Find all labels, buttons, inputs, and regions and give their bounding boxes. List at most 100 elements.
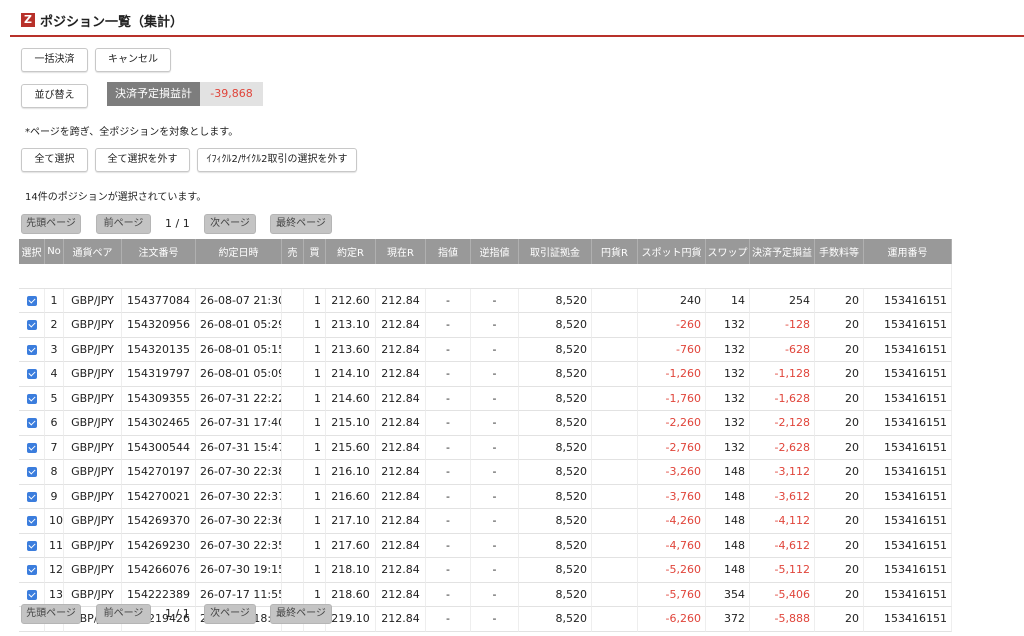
row-checkbox[interactable] xyxy=(19,509,45,534)
next-page-button[interactable]: 次ページ xyxy=(204,604,256,624)
first-page-button[interactable]: 先頭ページ xyxy=(21,214,81,234)
cell-pair: GBP/JPY xyxy=(64,558,122,583)
column-header[interactable]: 決済予定損益 xyxy=(750,239,815,264)
row-checkbox[interactable] xyxy=(19,313,45,338)
row-checkbox[interactable] xyxy=(19,484,45,509)
cell-limit: - xyxy=(426,460,471,485)
table-row[interactable]: 8 GBP/JPY 154270197 26-07-30 22:38 1 216.10 21… xyxy=(19,460,952,485)
next-page-button[interactable]: 次ページ xyxy=(204,214,256,234)
sort-button[interactable]: 並び替え xyxy=(21,84,88,108)
table-row[interactable]: 7 GBP/JPY 154300544 26-07-31 15:47 1 215.60 21… xyxy=(19,435,952,460)
cell-current: 212.84 xyxy=(376,533,426,558)
checkbox-checked-icon[interactable] xyxy=(26,589,37,600)
cancel-button[interactable]: キャンセル xyxy=(95,48,171,72)
column-header[interactable]: 買 xyxy=(304,239,326,264)
cell-fee: 20 xyxy=(815,337,864,362)
table-row[interactable]: 13 GBP/JPY 154222389 26-07-17 11:55 1 218.60 2… xyxy=(19,582,952,607)
table-row[interactable]: 14GBP/JPY15421942626-07-16 18:261219.102… xyxy=(19,607,952,632)
cell-spot: -4,260 xyxy=(638,509,706,534)
column-header[interactable]: 選択 xyxy=(19,239,45,264)
cell-order: 154319797 xyxy=(122,362,196,387)
cell-op: 153416151 xyxy=(864,288,952,313)
last-page-button[interactable]: 最終ページ xyxy=(270,604,332,624)
prev-page-button[interactable]: 前ページ xyxy=(96,214,151,234)
row-checkbox[interactable] xyxy=(19,411,45,436)
cell-buy: 1 xyxy=(304,435,326,460)
cell-margin: 8,520 xyxy=(519,558,592,583)
row-checkbox[interactable] xyxy=(19,558,45,583)
cell-datetime: 26-07-30 22:37 xyxy=(196,484,282,509)
column-header[interactable]: 約定日時 xyxy=(196,239,282,264)
table-row[interactable]: 12 GBP/JPY 154266076 26-07-30 19:15 1 218.10 2… xyxy=(19,558,952,583)
deselect-cycle-button[interactable]: ｲﾌｨｸﾙ2/ｻｲｸﾙ2取引の選択を外す xyxy=(197,148,357,172)
column-header[interactable]: スポット円貨 xyxy=(638,239,706,264)
row-checkbox[interactable] xyxy=(19,337,45,362)
table-row[interactable]: 6 GBP/JPY 154302465 26-07-31 17:40 1 215.10 21… xyxy=(19,411,952,436)
cell-stop: - xyxy=(471,411,519,436)
checkbox-checked-icon[interactable] xyxy=(26,369,37,380)
checkbox-checked-icon[interactable] xyxy=(26,491,37,502)
cell-buy: 1 xyxy=(304,484,326,509)
row-checkbox[interactable] xyxy=(19,386,45,411)
table-row[interactable]: 3 GBP/JPY 154320135 26-08-01 05:15 1 213.60 21… xyxy=(19,337,952,362)
cell-stop: - xyxy=(471,435,519,460)
column-header[interactable]: 円貨R xyxy=(592,239,638,264)
checkbox-checked-icon[interactable] xyxy=(26,295,37,306)
checkbox-checked-icon[interactable] xyxy=(26,320,37,331)
table-row[interactable]: 5 GBP/JPY 154309355 26-07-31 22:22 1 214.60 21… xyxy=(19,386,952,411)
column-header[interactable]: スワップ xyxy=(706,239,750,264)
cell-fee: 20 xyxy=(815,484,864,509)
cell-current: 212.84 xyxy=(376,362,426,387)
checkbox-checked-icon[interactable] xyxy=(26,418,37,429)
column-header[interactable]: 売 xyxy=(282,239,304,264)
column-header[interactable]: 現在R xyxy=(376,239,426,264)
last-page-button[interactable]: 最終ページ xyxy=(270,214,332,234)
row-checkbox[interactable] xyxy=(19,460,45,485)
row-checkbox[interactable] xyxy=(19,435,45,460)
cell-pair: GBP/JPY xyxy=(64,460,122,485)
deselect-all-button[interactable]: 全て選択を外す xyxy=(95,148,190,172)
cell-swap: 372 xyxy=(706,607,750,632)
table-row[interactable]: 9 GBP/JPY 154270021 26-07-30 22:37 1 216.60 21… xyxy=(19,484,952,509)
column-header[interactable]: 約定R xyxy=(326,239,376,264)
checkbox-checked-icon[interactable] xyxy=(26,344,37,355)
cell-fee: 20 xyxy=(815,558,864,583)
first-page-button[interactable]: 先頭ページ xyxy=(21,604,81,624)
cell-yen-rate xyxy=(592,558,638,583)
cell-spot: -2,760 xyxy=(638,435,706,460)
column-header[interactable]: 注文番号 xyxy=(122,239,196,264)
checkbox-checked-icon[interactable] xyxy=(26,393,37,404)
cell-current: 212.84 xyxy=(376,607,426,632)
cell-sell xyxy=(282,460,304,485)
table-row[interactable]: 4 GBP/JPY 154319797 26-08-01 05:09 1 214.10 21… xyxy=(19,362,952,387)
row-checkbox[interactable] xyxy=(19,362,45,387)
checkbox-checked-icon[interactable] xyxy=(26,467,37,478)
cell-yen-rate xyxy=(592,582,638,607)
table-row[interactable]: 1 GBP/JPY 154377084 26-08-07 21:30 1 212.60 21… xyxy=(19,288,952,313)
column-header[interactable]: 運用番号 xyxy=(864,239,952,264)
column-header[interactable]: 取引証拠金 xyxy=(519,239,592,264)
column-header[interactable]: 逆指値 xyxy=(471,239,519,264)
cell-current: 212.84 xyxy=(376,509,426,534)
cell-order: 154320135 xyxy=(122,337,196,362)
row-checkbox[interactable] xyxy=(19,288,45,313)
cell-fee: 20 xyxy=(815,582,864,607)
column-header[interactable]: 指値 xyxy=(426,239,471,264)
checkbox-checked-icon[interactable] xyxy=(26,516,37,527)
select-all-button[interactable]: 全て選択 xyxy=(21,148,88,172)
prev-page-button[interactable]: 前ページ xyxy=(96,604,151,624)
table-row[interactable]: 11 GBP/JPY 154269230 26-07-30 22:35 1 217.60 2… xyxy=(19,533,952,558)
checkbox-checked-icon[interactable] xyxy=(26,565,37,576)
page-indicator: 1 / 1 xyxy=(165,607,190,620)
checkbox-checked-icon[interactable] xyxy=(26,442,37,453)
column-header[interactable]: 手数料等 xyxy=(815,239,864,264)
cell-order: 154270021 xyxy=(122,484,196,509)
column-header[interactable]: No xyxy=(45,239,64,264)
table-row[interactable]: 10 GBP/JPY 154269370 26-07-30 22:36 1 217.10 2… xyxy=(19,509,952,534)
row-checkbox[interactable] xyxy=(19,533,45,558)
bulk-settle-button[interactable]: 一括決済 xyxy=(21,48,88,72)
column-header[interactable]: 通貨ペア xyxy=(64,239,122,264)
cell-stop: - xyxy=(471,484,519,509)
table-row[interactable]: 2 GBP/JPY 154320956 26-08-01 05:29 1 213.10 21… xyxy=(19,313,952,338)
checkbox-checked-icon[interactable] xyxy=(26,540,37,551)
